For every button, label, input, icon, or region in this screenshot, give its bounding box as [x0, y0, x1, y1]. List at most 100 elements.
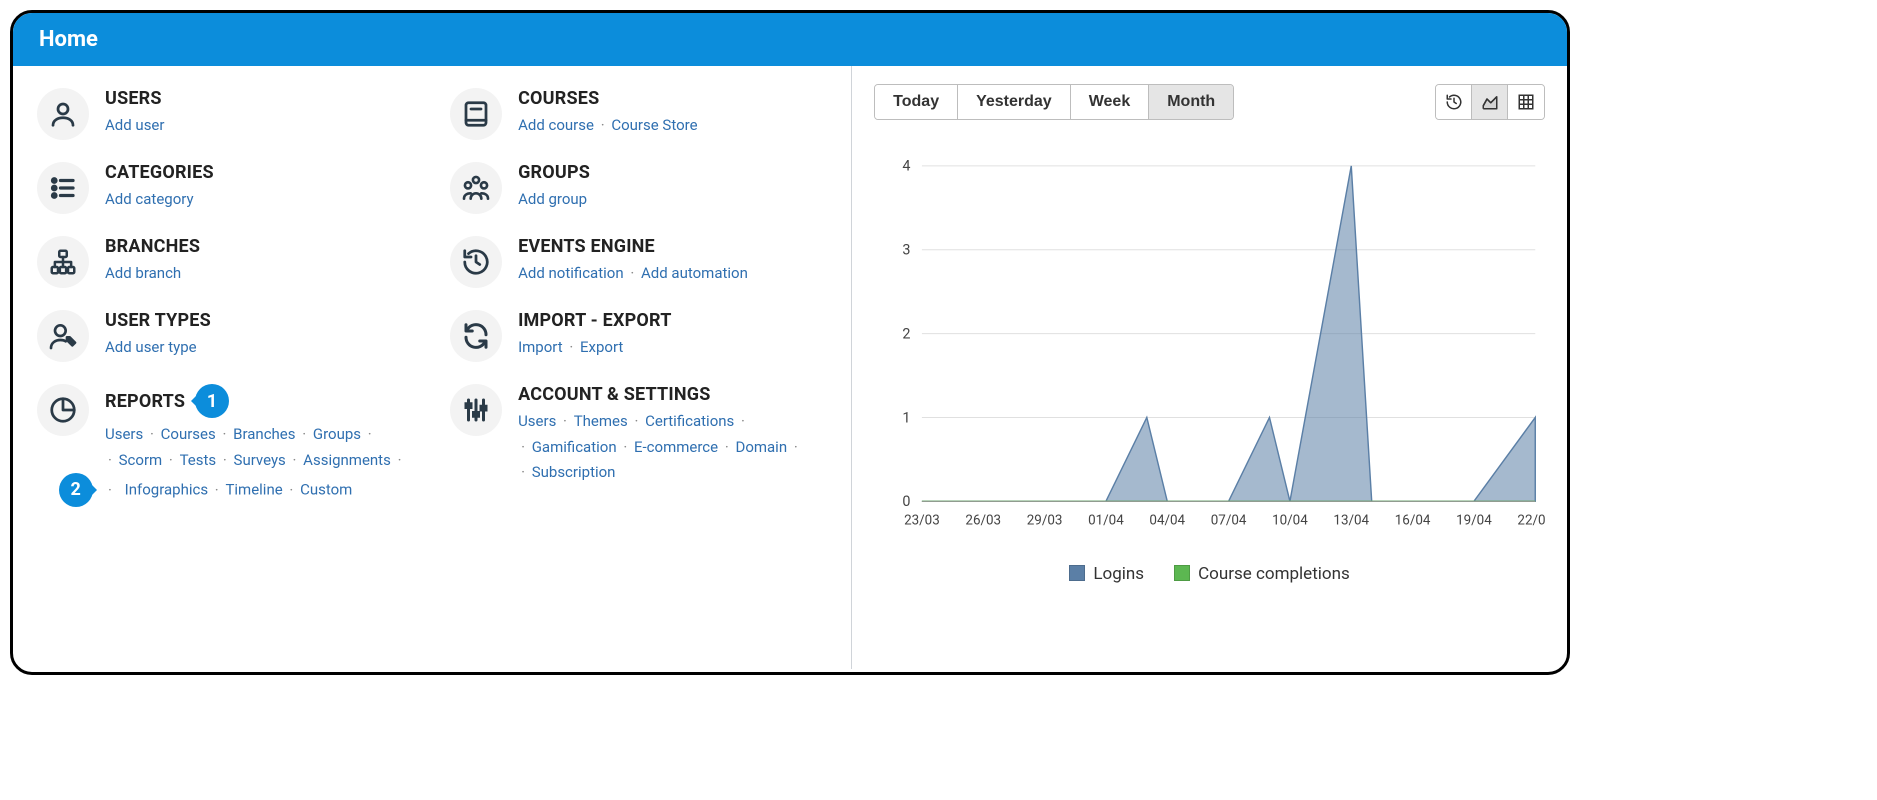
- chart-panel: Today Yesterday Week Month: [852, 66, 1567, 669]
- svg-text:07/04: 07/04: [1211, 513, 1247, 528]
- link-categories-0[interactable]: Add category: [105, 190, 194, 208]
- view-grid-button[interactable]: [1508, 85, 1544, 119]
- tile-groups-links: Add group: [518, 187, 827, 213]
- legend-logins: Logins: [1069, 564, 1144, 584]
- book-icon: [450, 88, 502, 140]
- link-courses-1[interactable]: Course Store: [611, 116, 697, 134]
- user-tag-icon: [37, 310, 89, 362]
- group-icon: [450, 162, 502, 214]
- tile-courses: COURSES Add course · Course Store: [450, 88, 827, 140]
- app-frame: Home USERS Add user: [10, 10, 1570, 675]
- tile-branches-title[interactable]: BRANCHES: [105, 236, 414, 257]
- link-importexport-1[interactable]: Export: [580, 338, 623, 356]
- range-today[interactable]: Today: [875, 85, 958, 119]
- pie-chart-icon: [37, 384, 89, 436]
- link-settings-1[interactable]: Themes: [574, 412, 628, 430]
- svg-text:26/03: 26/03: [966, 513, 1002, 528]
- link-events-0[interactable]: Add notification: [518, 264, 624, 282]
- link-reports-0[interactable]: Users: [105, 425, 143, 443]
- tile-categories-title[interactable]: CATEGORIES: [105, 162, 414, 183]
- link-reports-10[interactable]: Custom: [300, 481, 352, 499]
- page-title: Home: [39, 27, 98, 52]
- tile-importexport: IMPORT - EXPORT Import · Export: [450, 310, 827, 362]
- tile-branches: BRANCHES Add branch: [37, 236, 414, 288]
- link-usertypes-0[interactable]: Add user type: [105, 338, 197, 356]
- link-branches-0[interactable]: Add branch: [105, 264, 181, 282]
- svg-text:16/04: 16/04: [1395, 513, 1431, 528]
- link-reports-3[interactable]: Groups: [313, 425, 361, 443]
- tile-usertypes: USER TYPES Add user type: [37, 310, 414, 362]
- link-settings-5[interactable]: Domain: [735, 438, 787, 456]
- tile-events: EVENTS ENGINE Add notification · Add aut…: [450, 236, 827, 288]
- link-reports-2[interactable]: Branches: [233, 425, 295, 443]
- link-reports-9[interactable]: Timeline: [225, 481, 282, 499]
- tile-events-title[interactable]: EVENTS ENGINE: [518, 236, 827, 257]
- chart-legend: Logins Course completions: [874, 564, 1545, 584]
- link-settings-2[interactable]: Certifications: [645, 412, 734, 430]
- svg-text:10/04: 10/04: [1272, 513, 1308, 528]
- date-range-toggle: Today Yesterday Week Month: [874, 84, 1234, 120]
- tile-usertypes-links: Add user type: [105, 335, 414, 361]
- history-icon: [1445, 93, 1463, 111]
- link-settings-4[interactable]: E-commerce: [634, 438, 718, 456]
- tile-reports-links: Users · Courses · Branches · Groups · · …: [105, 422, 414, 507]
- legend-logins-label: Logins: [1093, 564, 1144, 584]
- link-users-0[interactable]: Add user: [105, 116, 164, 134]
- svg-text:4: 4: [902, 158, 910, 175]
- tile-settings-links: Users · Themes · Certifications · · Gami…: [518, 409, 827, 486]
- view-history-button[interactable]: [1436, 85, 1472, 119]
- tile-categories: CATEGORIES Add category: [37, 162, 414, 214]
- range-week[interactable]: Week: [1071, 85, 1150, 119]
- link-events-1[interactable]: Add automation: [641, 264, 748, 282]
- chart-toolbar: Today Yesterday Week Month: [874, 84, 1545, 120]
- link-reports-7[interactable]: Assignments: [303, 451, 391, 469]
- svg-text:19/04: 19/04: [1456, 513, 1492, 528]
- tile-settings-title[interactable]: ACCOUNT & SETTINGS: [518, 384, 827, 405]
- tile-usertypes-title[interactable]: USER TYPES: [105, 310, 414, 331]
- logins-chart: 0123423/0326/0329/0301/0404/0407/0410/04…: [874, 138, 1545, 558]
- svg-text:1: 1: [902, 409, 910, 426]
- svg-text:2: 2: [902, 325, 910, 342]
- tile-branches-links: Add branch: [105, 261, 414, 287]
- tile-categories-links: Add category: [105, 187, 414, 213]
- tiles-grid: USERS Add user COURSES Add course · Cour…: [37, 88, 827, 507]
- link-importexport-0[interactable]: Import: [518, 338, 563, 356]
- tile-users-title[interactable]: USERS: [105, 88, 414, 109]
- hierarchy-icon: [37, 236, 89, 288]
- tile-courses-links: Add course · Course Store: [518, 113, 827, 139]
- tile-reports-title[interactable]: REPORTS 1: [105, 384, 414, 418]
- legend-completions: Course completions: [1174, 564, 1350, 584]
- link-reports-4[interactable]: Scorm: [119, 451, 163, 469]
- svg-text:3: 3: [902, 242, 910, 259]
- annotation-2: 2: [59, 473, 93, 507]
- link-reports-5[interactable]: Tests: [180, 451, 217, 469]
- link-settings-6[interactable]: Subscription: [532, 463, 616, 481]
- refresh-icon: [450, 310, 502, 362]
- tile-importexport-title[interactable]: IMPORT - EXPORT: [518, 310, 827, 331]
- link-courses-0[interactable]: Add course: [518, 116, 594, 134]
- link-groups-0[interactable]: Add group: [518, 190, 587, 208]
- link-reports-1[interactable]: Courses: [161, 425, 216, 443]
- tile-settings: ACCOUNT & SETTINGS Users · Themes · Cert…: [450, 384, 827, 507]
- svg-text:01/04: 01/04: [1088, 513, 1124, 528]
- grid-icon: [1517, 93, 1535, 111]
- history-icon: [450, 236, 502, 288]
- topbar: Home: [13, 13, 1567, 66]
- svg-text:0: 0: [902, 493, 910, 510]
- range-yesterday[interactable]: Yesterday: [958, 85, 1071, 119]
- annotation-1: 1: [195, 384, 229, 418]
- list-icon: [37, 162, 89, 214]
- link-settings-0[interactable]: Users: [518, 412, 556, 430]
- link-reports-8[interactable]: Infographics: [125, 481, 208, 499]
- range-month[interactable]: Month: [1149, 85, 1233, 119]
- svg-text:22/04: 22/04: [1518, 513, 1545, 528]
- user-icon: [37, 88, 89, 140]
- tile-groups-title[interactable]: GROUPS: [518, 162, 827, 183]
- tile-reports-title-text: REPORTS: [105, 391, 185, 412]
- tile-reports: REPORTS 1 Users · Courses · Branches · G…: [37, 384, 414, 507]
- view-area-button[interactable]: [1472, 85, 1508, 119]
- link-reports-6[interactable]: Surveys: [234, 451, 286, 469]
- link-settings-3[interactable]: Gamification: [532, 438, 617, 456]
- tile-courses-title[interactable]: COURSES: [518, 88, 827, 109]
- tile-users: USERS Add user: [37, 88, 414, 140]
